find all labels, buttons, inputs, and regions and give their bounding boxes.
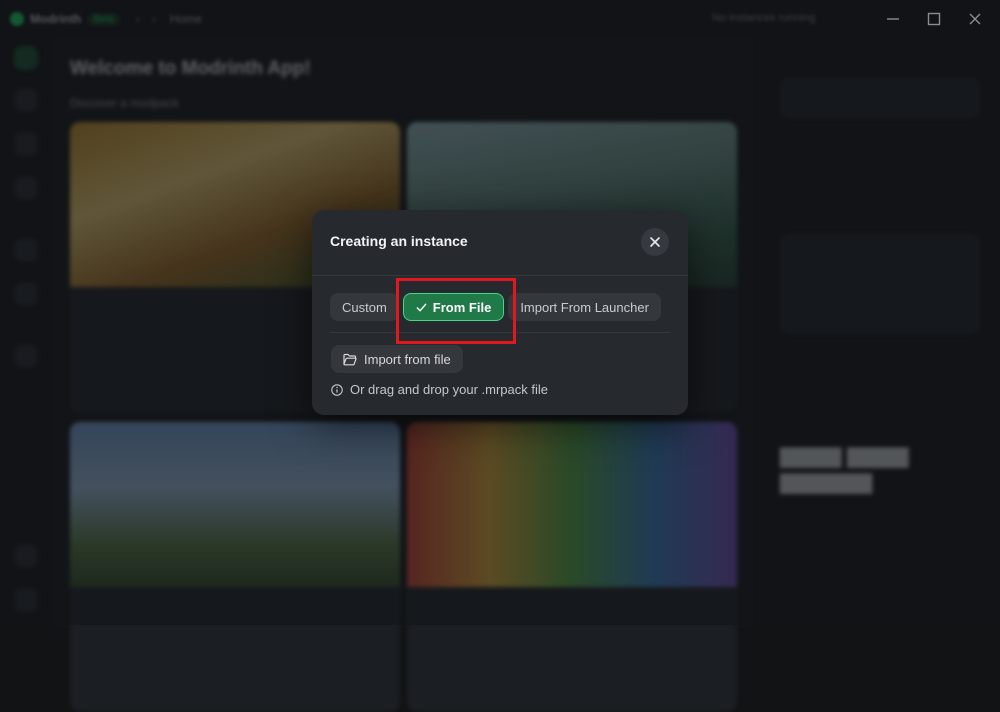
tab-label: Import From Launcher xyxy=(520,299,649,315)
create-instance-modal: Creating an instance Custom From File Im… xyxy=(312,210,688,415)
tab-label: From File xyxy=(432,299,492,315)
close-modal-button[interactable] xyxy=(641,228,669,256)
tab-label: Custom xyxy=(342,299,387,315)
tabs-divider xyxy=(330,332,670,333)
drag-drop-hint: Or drag and drop your .mrpack file xyxy=(331,382,548,397)
tab-from-file[interactable]: From File xyxy=(402,293,505,321)
check-icon xyxy=(416,303,427,311)
hint-text: Or drag and drop your .mrpack file xyxy=(350,382,548,397)
tab-custom[interactable]: Custom xyxy=(330,293,399,321)
folder-open-icon xyxy=(343,353,357,365)
import-from-file-button[interactable]: Import from file xyxy=(331,345,463,373)
source-tabs: Custom From File Import From Launcher xyxy=(330,293,661,321)
tab-import-from-launcher[interactable]: Import From Launcher xyxy=(508,293,661,321)
modal-header: Creating an instance xyxy=(312,210,688,276)
import-button-label: Import from file xyxy=(364,351,451,367)
info-icon xyxy=(331,383,343,396)
close-icon xyxy=(650,237,660,247)
modal-title: Creating an instance xyxy=(330,233,468,249)
